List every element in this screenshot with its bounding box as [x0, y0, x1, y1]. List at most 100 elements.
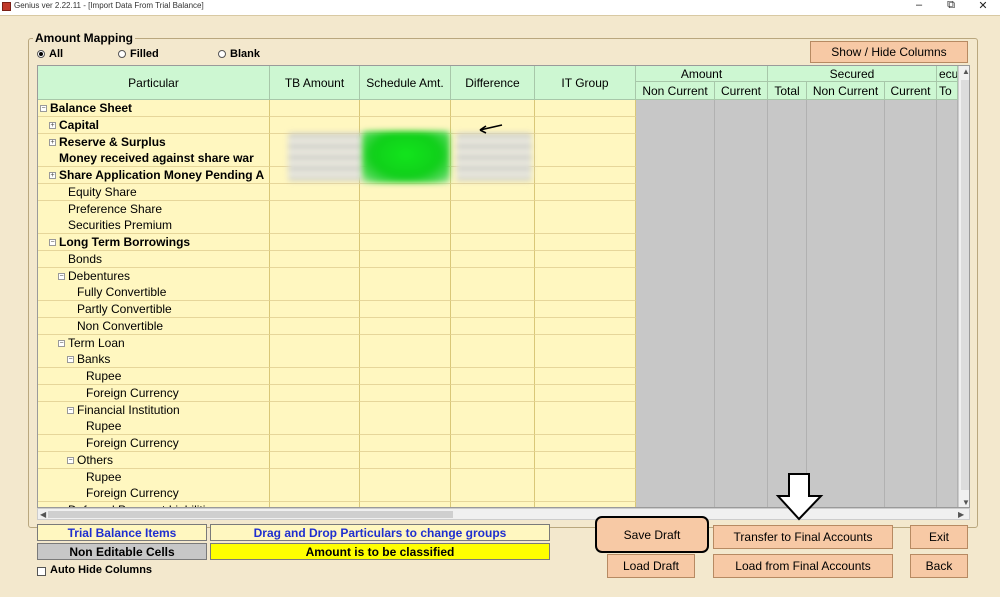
table-cell[interactable] [360, 100, 451, 117]
table-row[interactable]: − Long Term Borrowings [38, 234, 958, 251]
table-cell[interactable] [360, 351, 451, 369]
table-cell[interactable] [360, 368, 451, 385]
table-row[interactable]: Non Convertible [38, 317, 958, 335]
filter-filled-radio[interactable]: Filled [118, 48, 159, 60]
table-cell[interactable] [535, 317, 636, 335]
table-cell[interactable] [270, 418, 360, 436]
collapse-icon[interactable]: − [67, 356, 74, 364]
table-row[interactable]: − Term Loan [38, 334, 958, 352]
table-cell[interactable] [535, 250, 636, 268]
col-tb-amount[interactable]: TB Amount [270, 66, 360, 100]
table-cell[interactable] [360, 200, 451, 218]
table-cell[interactable] [270, 485, 360, 503]
table-cell[interactable] [270, 217, 360, 235]
table-cell[interactable] [270, 351, 360, 369]
table-cell[interactable] [451, 368, 535, 385]
particular-cell[interactable] [38, 468, 270, 486]
table-cell[interactable] [360, 468, 451, 486]
table-cell[interactable] [451, 100, 535, 117]
table-cell[interactable] [360, 334, 451, 352]
table-cell[interactable] [360, 267, 451, 285]
table-cell[interactable] [451, 451, 535, 469]
table-cell[interactable] [451, 183, 535, 201]
collapse-icon[interactable]: − [40, 105, 47, 112]
table-cell[interactable] [535, 234, 636, 251]
col-difference[interactable]: Difference [451, 66, 535, 100]
table-cell[interactable] [535, 418, 636, 436]
table-cell[interactable] [360, 250, 451, 268]
table-cell[interactable] [451, 301, 535, 318]
vertical-scrollbar[interactable]: ▲ ▼ [958, 66, 969, 507]
table-cell[interactable] [270, 368, 360, 385]
load-from-final-accounts-button[interactable]: Load from Final Accounts [713, 554, 893, 578]
table-cell[interactable] [451, 200, 535, 218]
col-schedule-amt[interactable]: Schedule Amt. [360, 66, 451, 100]
back-button[interactable]: Back [910, 554, 968, 578]
table-cell[interactable] [535, 200, 636, 218]
table-cell[interactable] [270, 334, 360, 352]
table-cell[interactable] [360, 384, 451, 402]
table-cell[interactable] [535, 468, 636, 486]
table-row[interactable]: Securities Premium [38, 217, 958, 235]
table-cell[interactable] [535, 351, 636, 369]
table-row[interactable]: Fully Convertible [38, 284, 958, 302]
col-amount-non-current[interactable]: Non Current [636, 82, 715, 100]
collapse-icon[interactable]: − [67, 406, 74, 414]
table-cell[interactable] [270, 384, 360, 402]
table-cell[interactable] [535, 116, 636, 134]
table-cell[interactable] [360, 435, 451, 452]
table-row[interactable]: − Balance Sheet [38, 100, 958, 117]
table-cell[interactable] [451, 384, 535, 402]
table-row[interactable]: Foreign Currency [38, 384, 958, 402]
table-cell[interactable] [535, 100, 636, 117]
table-cell[interactable] [535, 217, 636, 235]
show-hide-columns-button[interactable]: Show / Hide Columns [810, 41, 968, 63]
table-row[interactable]: − Debentures [38, 267, 958, 285]
table-cell[interactable] [451, 418, 535, 436]
table-row[interactable]: − Banks [38, 351, 958, 369]
scroll-up-icon[interactable]: ▲ [962, 67, 969, 76]
filter-blank-radio[interactable]: Blank [218, 48, 260, 60]
restore-button[interactable]: ⧉ [944, 0, 958, 12]
table-cell[interactable] [270, 401, 360, 419]
minimize-button[interactable]: – [912, 0, 926, 11]
load-draft-button[interactable]: Load Draft [607, 554, 695, 578]
table-cell[interactable] [451, 334, 535, 352]
expand-icon[interactable]: + [49, 172, 56, 179]
table-cell[interactable] [270, 234, 360, 251]
col-unsecured-total[interactable]: To [937, 82, 958, 100]
table-cell[interactable] [451, 234, 535, 251]
expand-icon[interactable]: + [49, 121, 56, 129]
table-cell[interactable] [451, 351, 535, 369]
collapse-icon[interactable]: − [67, 456, 74, 464]
table-cell[interactable] [535, 167, 636, 184]
auto-hide-columns-checkbox[interactable] [37, 567, 46, 576]
table-cell[interactable] [451, 435, 535, 452]
table-row[interactable]: Foreign Currency [38, 435, 958, 452]
table-cell[interactable] [451, 317, 535, 335]
table-cell[interactable] [360, 317, 451, 335]
table-cell[interactable] [535, 301, 636, 318]
table-cell[interactable] [535, 384, 636, 402]
table-cell[interactable] [360, 183, 451, 201]
col-amount-current[interactable]: Current [715, 82, 768, 100]
table-row[interactable]: Bonds [38, 250, 958, 268]
table-cell[interactable] [535, 435, 636, 452]
table-cell[interactable] [360, 485, 451, 503]
collapse-icon[interactable]: − [58, 339, 65, 347]
col-particular[interactable]: Particular [38, 66, 270, 100]
table-cell[interactable] [270, 435, 360, 452]
table-cell[interactable] [451, 250, 535, 268]
table-cell[interactable] [360, 234, 451, 251]
table-cell[interactable] [451, 217, 535, 235]
table-cell[interactable] [535, 150, 636, 168]
amount-mapping-grid[interactable]: Particular TB Amount Schedule Amt. Diffe… [37, 65, 970, 508]
table-cell[interactable] [270, 250, 360, 268]
table-cell[interactable] [535, 401, 636, 419]
scroll-right-icon[interactable]: ▶ [958, 510, 964, 519]
table-row[interactable]: Preference Share [38, 200, 958, 218]
expand-icon[interactable]: + [49, 138, 56, 146]
table-cell[interactable] [535, 133, 636, 151]
exit-button[interactable]: Exit [910, 525, 968, 549]
table-cell[interactable] [451, 267, 535, 285]
